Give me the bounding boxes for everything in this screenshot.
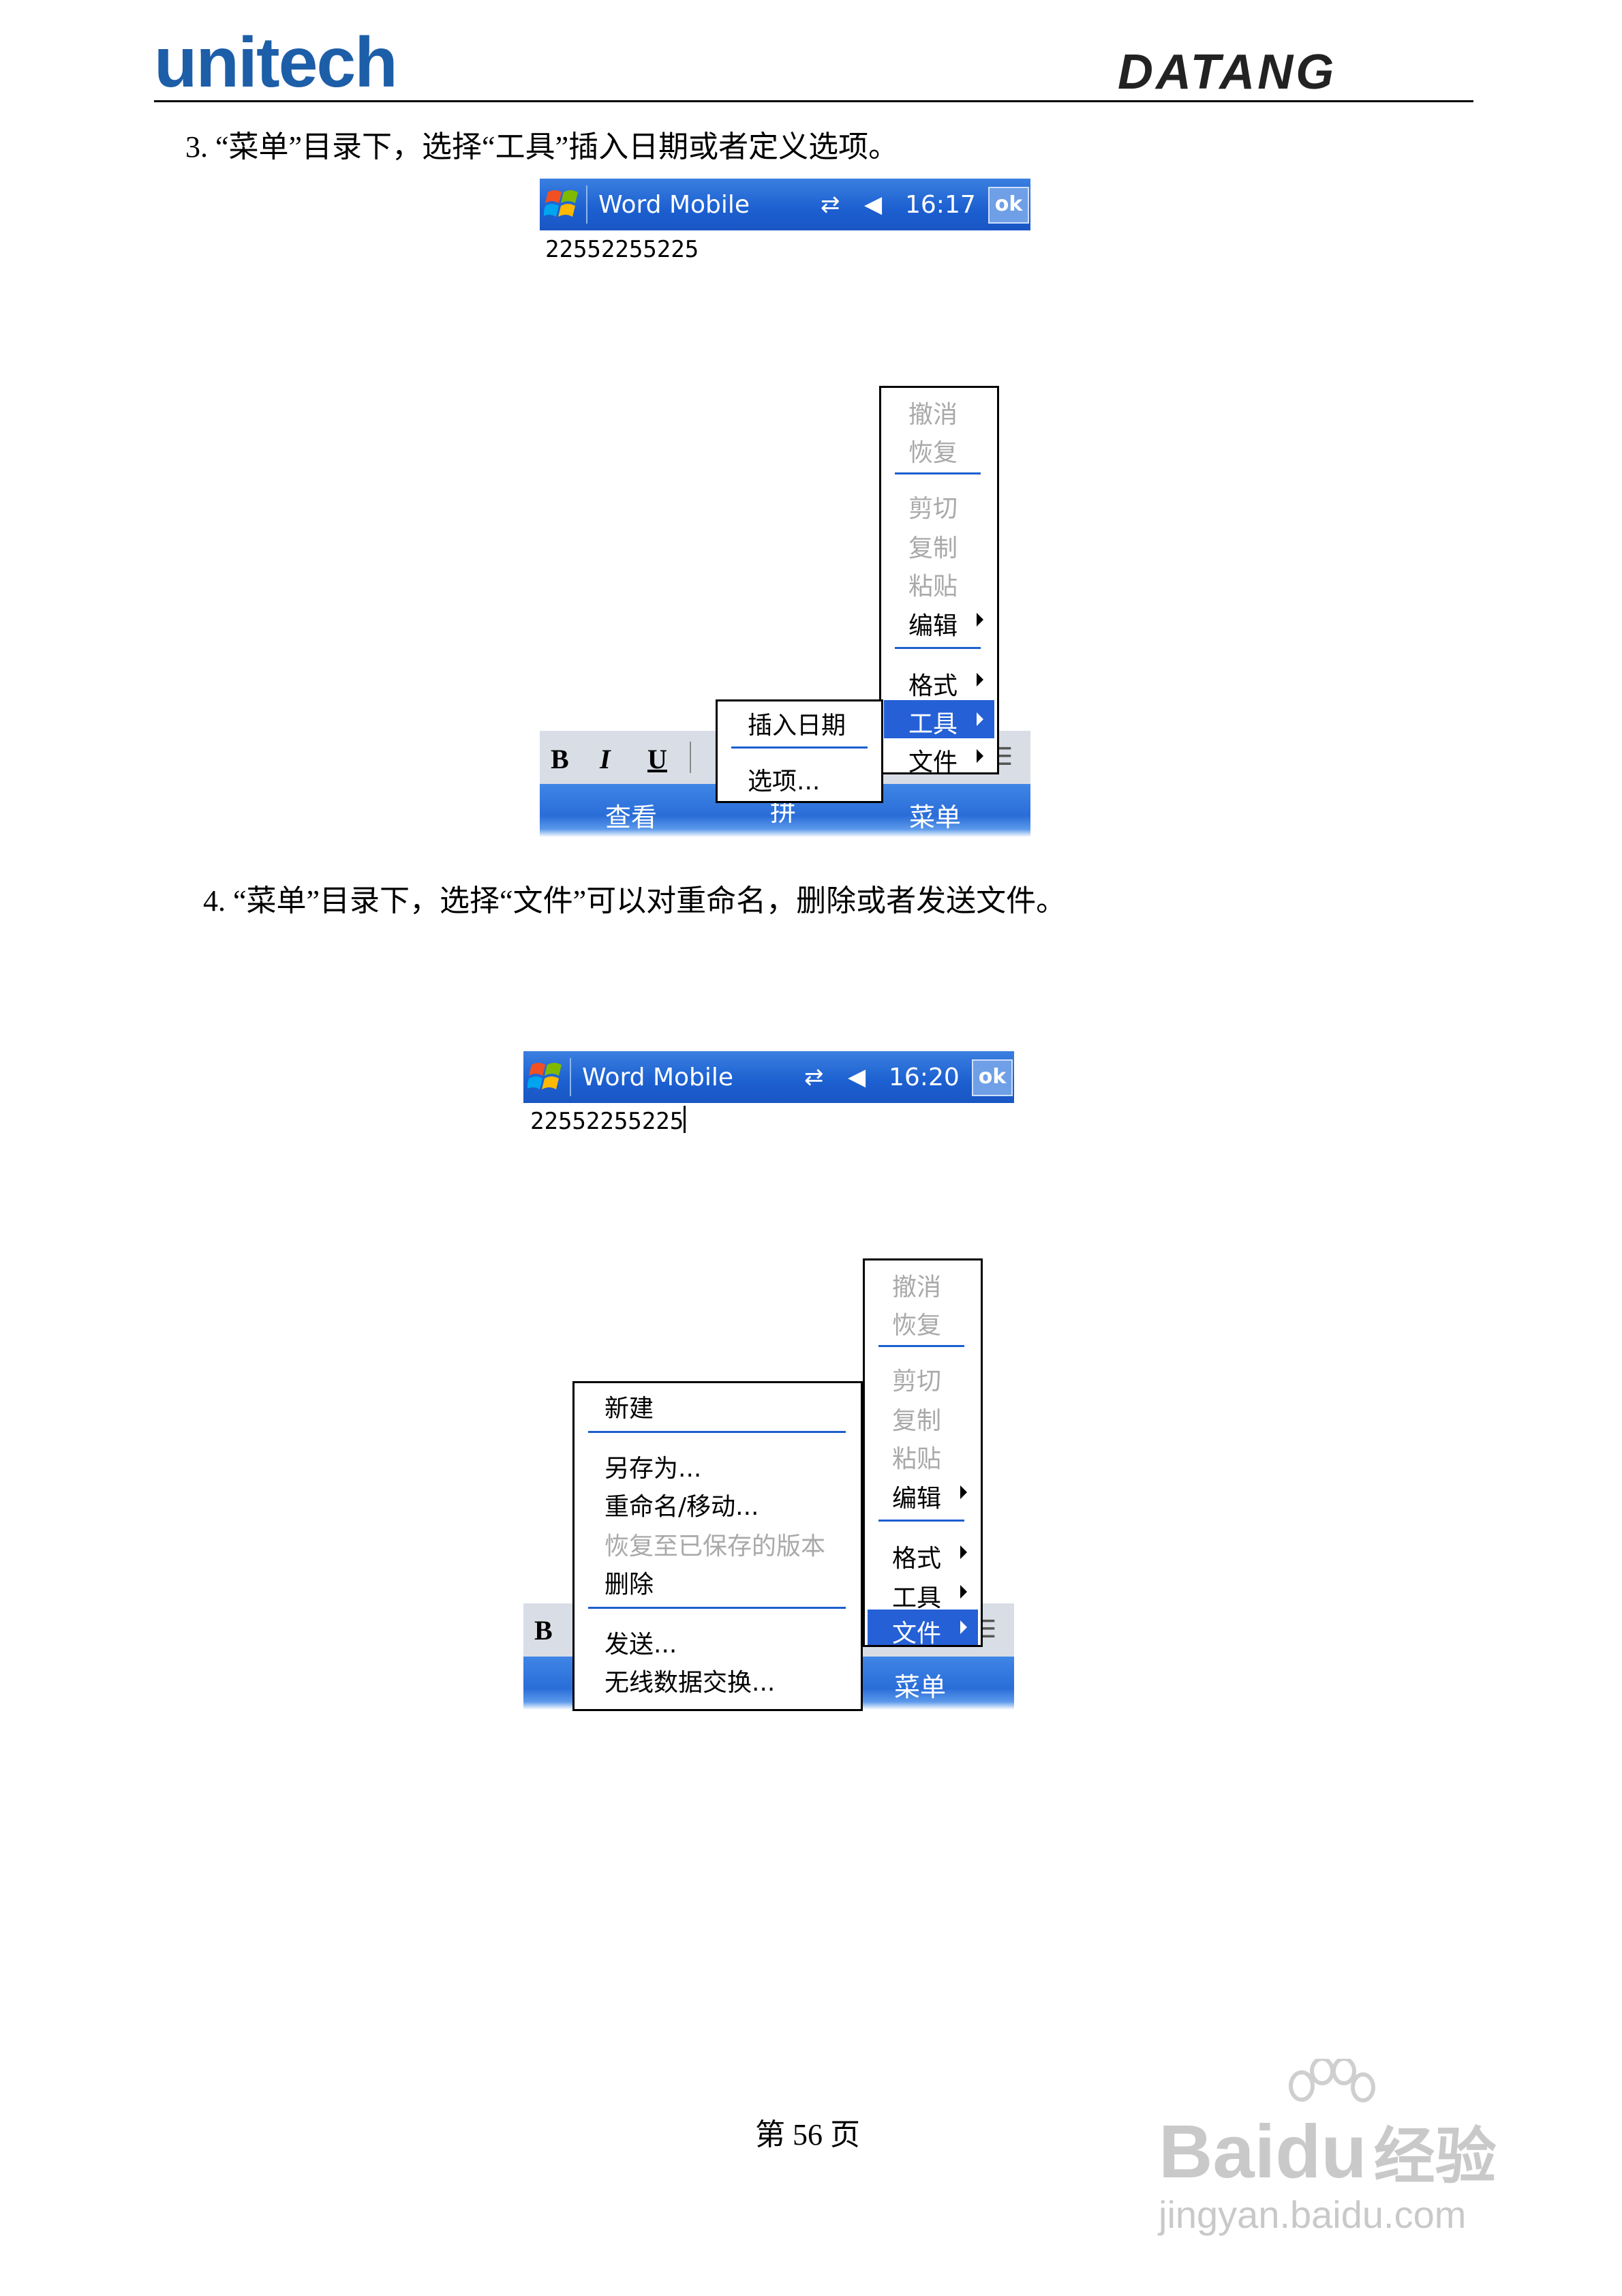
menu-item-edit[interactable]: 编辑 bbox=[908, 606, 958, 641]
bold-button[interactable]: B bbox=[534, 1614, 553, 1646]
menu-item-tools[interactable]: 工具 bbox=[884, 700, 994, 738]
tools-submenu: 插入日期 选项... bbox=[716, 699, 883, 803]
step4-text: 4. “菜单”目录下，选择“文件”可以对重命名，删除或者发送文件。 bbox=[203, 884, 1067, 918]
submenu-item-new[interactable]: 新建 bbox=[605, 1389, 654, 1424]
menu-separator bbox=[731, 746, 868, 749]
speaker-icon[interactable]: ◀ bbox=[864, 191, 882, 218]
datang-logo: DATANG bbox=[1118, 45, 1337, 100]
submenu-item-send[interactable]: 发送... bbox=[605, 1625, 677, 1660]
document-text-value: 22552255225 bbox=[530, 1108, 684, 1135]
menu-softkey[interactable]: 菜单 bbox=[909, 796, 961, 834]
submenu-item-save-as[interactable]: 另存为... bbox=[605, 1449, 701, 1484]
menu-item-tools[interactable]: 工具 bbox=[892, 1578, 941, 1614]
menu-softkey[interactable]: 菜单 bbox=[894, 1666, 946, 1704]
menu-item-tools-label: 工具 bbox=[908, 710, 958, 738]
menu-separator bbox=[878, 1345, 964, 1347]
page-number: 第 56 页 bbox=[755, 2118, 860, 2151]
menu-item-cut[interactable]: 剪切 bbox=[892, 1361, 941, 1397]
submenu-arrow-icon bbox=[960, 1485, 967, 1499]
menu-item-paste[interactable]: 粘贴 bbox=[908, 567, 958, 602]
italic-button[interactable]: I bbox=[600, 743, 611, 775]
menu-item-copy[interactable]: 复制 bbox=[908, 528, 958, 564]
menu-separator bbox=[895, 472, 981, 474]
submenu-item-rename-move[interactable]: 重命名/移动... bbox=[605, 1487, 759, 1522]
clock[interactable]: 16:20 bbox=[889, 1063, 960, 1091]
submenu-arrow-icon bbox=[960, 1585, 967, 1599]
watermark-brand-c: 经验 bbox=[1373, 2123, 1497, 2191]
header-rule bbox=[154, 100, 1473, 102]
submenu-arrow-icon bbox=[977, 712, 983, 726]
titlebar: Word Mobile ⇄ ◀ 16:17 ok bbox=[540, 179, 1030, 230]
main-menu: 撤消 恢复 剪切 复制 粘贴 编辑 格式 工具 文件 bbox=[879, 386, 999, 776]
underline-button[interactable]: U bbox=[647, 743, 667, 775]
watermark-brand-b: du bbox=[1275, 2110, 1367, 2194]
text-cursor bbox=[684, 1106, 686, 1133]
clock[interactable]: 16:17 bbox=[905, 191, 976, 219]
start-icon[interactable] bbox=[544, 185, 581, 224]
app-title: Word Mobile bbox=[582, 1063, 734, 1091]
watermark-brand-a: Bai bbox=[1159, 2110, 1276, 2194]
titlebar: Word Mobile ⇄ ◀ 16:20 ok bbox=[523, 1051, 1014, 1103]
menu-item-copy[interactable]: 复制 bbox=[892, 1401, 941, 1436]
submenu-item-delete[interactable]: 删除 bbox=[605, 1565, 654, 1600]
unitech-logo: unitech bbox=[154, 23, 398, 102]
watermark-url: jingyan.baidu.com bbox=[1159, 2193, 1467, 2236]
submenu-item-options[interactable]: 选项... bbox=[748, 761, 820, 797]
menu-item-cut[interactable]: 剪切 bbox=[908, 489, 958, 524]
submenu-arrow-icon bbox=[977, 673, 983, 686]
menu-item-format[interactable]: 格式 bbox=[892, 1539, 941, 1574]
menu-item-undo[interactable]: 撤消 bbox=[908, 395, 958, 430]
submenu-arrow-icon bbox=[977, 749, 983, 763]
bold-button[interactable]: B bbox=[551, 743, 569, 775]
app-title: Word Mobile bbox=[598, 191, 750, 219]
menu-item-edit[interactable]: 编辑 bbox=[892, 1479, 941, 1514]
submenu-arrow-icon bbox=[977, 613, 983, 626]
submenu-arrow-icon bbox=[960, 1620, 967, 1634]
menu-separator bbox=[878, 1520, 964, 1522]
menu-item-paste[interactable]: 粘贴 bbox=[892, 1439, 941, 1475]
menu-item-undo[interactable]: 撤消 bbox=[892, 1267, 941, 1303]
ok-button[interactable]: ok bbox=[988, 187, 1029, 224]
ok-button[interactable]: ok bbox=[972, 1059, 1013, 1096]
menu-separator bbox=[895, 647, 981, 649]
submenu-arrow-icon bbox=[960, 1545, 967, 1559]
menu-item-file-label: 文件 bbox=[892, 1620, 942, 1648]
submenu-item-revert[interactable]: 恢复至已保存的版本 bbox=[605, 1526, 825, 1562]
file-submenu: 新建 另存为... 重命名/移动... 恢复至已保存的版本 删除 发送... 无… bbox=[572, 1381, 863, 1711]
submenu-item-beam[interactable]: 无线数据交换... bbox=[605, 1663, 775, 1698]
baidu-watermark: Baidu 经验 jingyan.baidu.com bbox=[1159, 2059, 1540, 2236]
menu-item-redo[interactable]: 恢复 bbox=[908, 433, 958, 468]
connectivity-icon[interactable]: ⇄ bbox=[804, 1063, 824, 1091]
menu-item-redo[interactable]: 恢复 bbox=[892, 1305, 941, 1341]
document-text[interactable]: 22552255225 bbox=[545, 236, 699, 263]
step3-text: 3. “菜单”目录下，选择“工具”插入日期或者定义选项。 bbox=[185, 130, 899, 164]
main-menu: 撤消 恢复 剪切 复制 粘贴 编辑 格式 工具 文件 bbox=[863, 1258, 983, 1648]
speaker-icon[interactable]: ◀ bbox=[848, 1063, 866, 1091]
submenu-item-insert-date[interactable]: 插入日期 bbox=[748, 706, 846, 741]
menu-item-format[interactable]: 格式 bbox=[908, 666, 958, 701]
menu-item-file[interactable]: 文件 bbox=[908, 742, 958, 778]
toolbar-divider bbox=[690, 742, 691, 773]
menu-separator bbox=[588, 1431, 846, 1433]
document-text[interactable]: 22552255225 bbox=[530, 1106, 686, 1135]
menu-separator bbox=[588, 1607, 846, 1609]
connectivity-icon[interactable]: ⇄ bbox=[821, 191, 840, 218]
menu-item-file[interactable]: 文件 bbox=[868, 1610, 978, 1648]
start-icon[interactable] bbox=[527, 1058, 564, 1096]
view-softkey[interactable]: 查看 bbox=[605, 796, 657, 834]
